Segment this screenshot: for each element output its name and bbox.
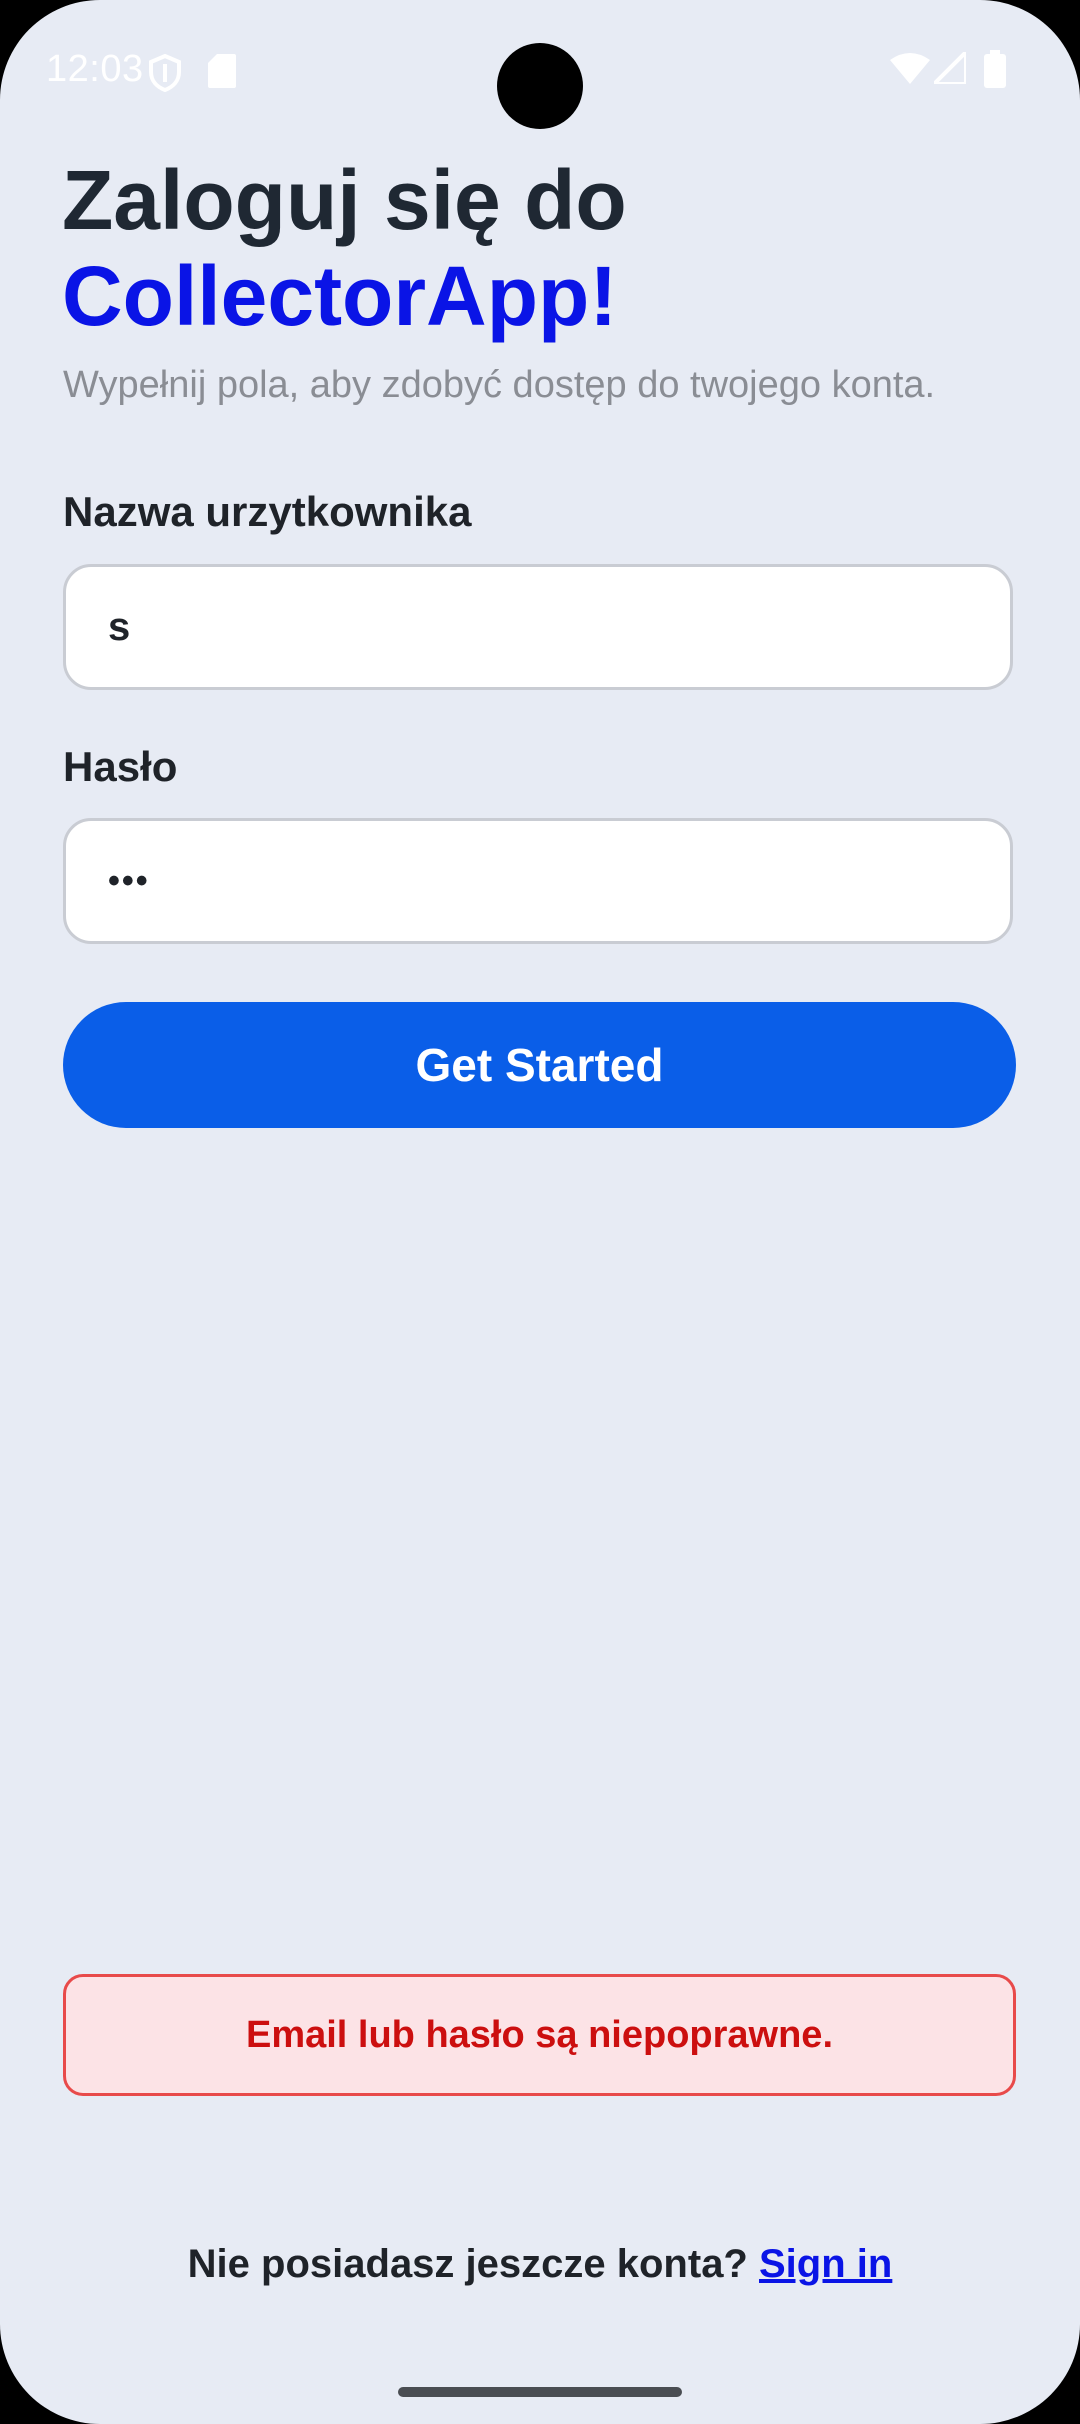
page-subtitle: Wypełnij pola, aby zdobyć dostęp do twoj…: [63, 364, 936, 406]
password-value: •••: [108, 862, 150, 900]
status-time: 12:03: [46, 48, 144, 90]
app-name: CollectorApp!: [62, 249, 618, 343]
password-field[interactable]: •••: [63, 818, 1013, 944]
login-screen: 12:03 Zaloguj się do CollectorApp! Wypeł…: [0, 0, 1080, 2424]
error-message: Email lub hasło są niepoprawne.: [63, 1974, 1016, 2096]
username-label: Nazwa urzytkownika: [63, 488, 472, 535]
signup-prompt: Nie posiadasz jeszcze konta? Sign in: [0, 2242, 1080, 2287]
username-field[interactable]: s: [63, 564, 1013, 690]
sd-card-icon: [208, 54, 236, 93]
status-bar: 12:03: [0, 0, 1080, 140]
wifi-icon: [890, 52, 930, 89]
camera-cutout: [497, 43, 583, 129]
signal-icon: [929, 47, 968, 89]
battery-icon: [984, 50, 1006, 93]
title-line-1: Zaloguj się do: [62, 153, 627, 247]
password-label: Hasło: [63, 743, 178, 790]
get-started-button[interactable]: Get Started: [63, 1002, 1016, 1128]
sign-in-link[interactable]: Sign in: [759, 2242, 892, 2286]
page-title: Zaloguj się do CollectorApp!: [62, 152, 627, 344]
home-indicator[interactable]: [398, 2387, 682, 2397]
shield-icon: [148, 53, 182, 97]
username-value: s: [108, 605, 131, 649]
signup-prompt-text: Nie posiadasz jeszcze konta?: [187, 2242, 748, 2286]
